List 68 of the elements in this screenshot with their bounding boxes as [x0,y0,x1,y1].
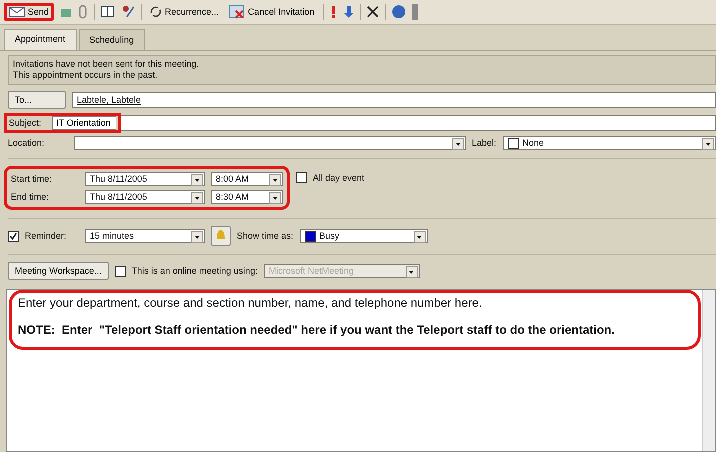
color-swatch [304,230,316,242]
reminder-dropdown[interactable]: 15 minutes [85,229,205,243]
scrollbar[interactable] [702,290,715,451]
time-dropdown[interactable]: 8:30 AM [211,190,283,204]
color-swatch [508,138,519,148]
recurrence-button[interactable]: Recurrence... [148,5,222,19]
label-dropdown[interactable]: None [502,136,716,150]
time-label: Start time: [11,174,54,184]
info-text: This appointment occurs in the past. [13,70,159,81]
dropdown-arrow-button[interactable] [191,192,203,204]
to-button[interactable]: To... [8,91,66,109]
label-label: Label: [472,138,497,148]
caret-icon [272,196,278,200]
bell-icon [215,228,227,242]
envelope-icon [9,7,25,17]
down-arrow-icon[interactable] [344,5,354,19]
body-text: Enter your department, course and section number, name, and telephone number here. [18,295,484,312]
tab[interactable]: Appointment [4,29,77,50]
date-dropdown[interactable]: Thu 8/11/2005 [85,172,205,186]
time-dropdown[interactable]: 8:00 AM [211,172,283,186]
message-body[interactable]: Enter your department, course and section number, name, and telephone number here. NOTE: Enter "Teleport Staff orientation needed" here if you want the Teleport staff to do the orientation. [6,289,716,452]
time-label: End time: [11,192,50,202]
subject-field[interactable]: IT Orientation [52,116,116,130]
dropdown-arrow-button[interactable] [269,174,281,186]
to-field[interactable]: Labtele, Labtele [72,92,716,108]
dropdown-arrow-button[interactable] [191,231,203,243]
caret-icon [706,142,710,146]
caret-icon [194,236,200,238]
dropdown-arrow-button[interactable] [702,138,714,150]
dropdown-arrow-button[interactable] [269,192,281,204]
toolbar-grip-icon[interactable] [412,4,418,20]
checkbox[interactable] [8,230,19,242]
location-label: Location: [8,138,46,148]
close-icon[interactable] [366,6,379,18]
date-dropdown[interactable]: Thu 8/11/2005 [85,190,205,204]
check-icon [10,232,17,240]
reminder-label: Reminder: [25,231,68,241]
caret-icon [456,142,460,146]
dropdown-arrow-button[interactable] [414,231,426,243]
caret-icon [417,236,422,238]
meeting-workspace-button[interactable]: Meeting Workspace... [8,262,109,280]
checkbox[interactable] [296,172,307,183]
show-time-label: Show time as: [237,231,294,241]
paperclip-icon[interactable] [78,5,88,19]
help-icon[interactable] [392,5,406,19]
subject-label: Subject: [9,118,42,128]
location-dropdown[interactable] [74,136,466,150]
caret-icon [194,196,200,200]
dropdown-arrow-button[interactable] [452,138,464,150]
book-icon[interactable] [101,6,116,18]
body-text: NOTE: Enter "Teleport Staff orientation needed" here if you want the Teleport staff to do the orientation. [18,322,616,339]
online-meeting-label: This is an online meeting using: [132,266,258,276]
caret-icon [194,178,200,182]
checkbox[interactable] [114,266,126,276]
check-names-icon[interactable] [121,5,136,19]
exclamation-icon[interactable] [330,5,338,19]
show-time-dropdown[interactable]: Busy [300,229,428,243]
caret-icon [409,270,414,274]
sound-button[interactable] [211,226,231,246]
caret-icon [272,178,278,182]
all-day-label: All day event [313,172,365,182]
info-text: Invitations have not been sent for this meeting. [13,59,200,70]
send-button[interactable]: Send [7,6,52,18]
cancel-invitation-button[interactable]: Cancel Invitation [227,4,317,20]
dropdown-arrow-button[interactable] [191,174,203,186]
cycle-arrows-icon [150,6,162,18]
tab[interactable]: Scheduling [78,29,146,50]
subject-field-extension[interactable] [120,115,716,131]
